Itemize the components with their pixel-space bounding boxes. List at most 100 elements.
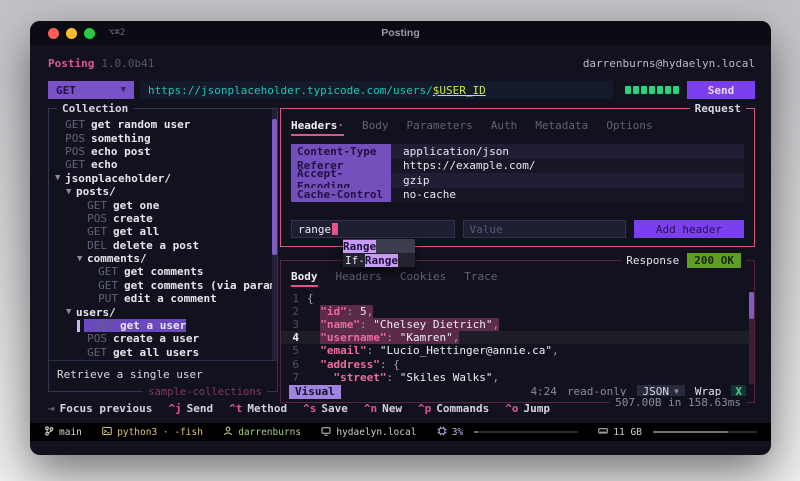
add-header-button[interactable]: Add header <box>634 220 744 238</box>
header-value-input[interactable] <box>463 220 627 238</box>
response-tab-body[interactable]: Body <box>291 270 318 287</box>
request-tab-metadata[interactable]: Metadata <box>535 119 588 136</box>
editor-scrollbar[interactable] <box>749 292 754 384</box>
keybinding-send[interactable]: ^jSend <box>168 402 213 415</box>
tree-request[interactable]: GETget all users <box>49 346 277 359</box>
request-tab-auth[interactable]: Auth <box>491 119 518 136</box>
tree-request[interactable]: GETget random user <box>49 118 277 131</box>
activity-block <box>633 86 639 94</box>
code-indent <box>307 371 334 384</box>
window-shortcut: ⌥⌘2 <box>109 28 125 38</box>
collection-panel: Collection GETget random userPOSsomethin… <box>48 108 278 392</box>
header-row[interactable]: Cache-Controlno-cache <box>291 188 744 203</box>
code-token: { <box>393 358 400 371</box>
request-tab-options[interactable]: Options <box>606 119 652 136</box>
tree-row-content: GETget all <box>77 225 159 238</box>
request-tab-body[interactable]: Body <box>362 119 389 136</box>
tree-request[interactable]: PUTupdate a user <box>49 359 277 360</box>
request-method: PUT <box>88 292 118 305</box>
folder-expanded-icon: ▼ <box>66 307 76 317</box>
response-tab-trace[interactable]: Trace <box>464 270 497 287</box>
tree-row-content: GETget random user <box>55 118 190 131</box>
method-select[interactable]: GET ▼ <box>48 81 134 99</box>
tree-request[interactable]: GETecho <box>49 158 277 171</box>
modified-dot: · <box>337 119 344 132</box>
tree-folder[interactable]: ▼users/ <box>49 305 277 318</box>
code-token: : <box>367 344 380 357</box>
tree-row-content: POSsomething <box>55 132 151 145</box>
autocomplete-match: Range <box>343 240 376 253</box>
collection-scrollbar-thumb[interactable] <box>272 119 277 255</box>
header-name-input[interactable]: range <box>291 220 455 238</box>
editor-mode-badge: Visual <box>289 385 341 399</box>
activity-block <box>641 86 647 94</box>
zoom-window-button[interactable] <box>84 28 95 39</box>
keybinding-method[interactable]: ^tMethod <box>229 402 287 415</box>
activity-block <box>665 86 671 94</box>
response-tab-cookies[interactable]: Cookies <box>400 270 446 287</box>
editor-scrollbar-thumb[interactable] <box>749 292 754 319</box>
request-tab-parameters[interactable]: Parameters <box>406 119 472 136</box>
folder-name: comments/ <box>87 252 147 265</box>
header-row[interactable]: Accept-Encodinggzip <box>291 173 744 188</box>
keybinding-label: Commands <box>436 402 489 415</box>
response-panel: Response 200 OK BodyHeadersCookiesTrace … <box>280 260 755 403</box>
line-number: 7 <box>281 371 307 384</box>
keybinding-save[interactable]: ^sSave <box>303 402 348 415</box>
send-button[interactable]: Send <box>687 81 755 99</box>
code-token: , <box>492 371 499 384</box>
autocomplete-item[interactable]: If-Range <box>343 253 415 267</box>
collection-scrollbar[interactable] <box>272 109 277 360</box>
response-tab-headers[interactable]: Headers <box>336 270 382 287</box>
tree-row-content: PUTedit a comment <box>88 292 217 305</box>
keybinding-key: ^o <box>505 402 518 415</box>
tree-request[interactable]: POScreate a user <box>49 332 277 345</box>
tree-request[interactable]: DELdelete a post <box>49 239 277 252</box>
tree-request[interactable]: GETget all <box>49 225 277 238</box>
autocomplete-match: Range <box>365 254 398 267</box>
code-token: 5 <box>360 305 367 318</box>
tree-folder[interactable]: ▼jsonplaceholder/ <box>49 172 277 185</box>
url-input[interactable]: https://jsonplaceholder.typicode.com/use… <box>140 81 613 99</box>
url-bar: GET ▼ https://jsonplaceholder.typicode.c… <box>48 81 755 99</box>
sysbar-segment-darrenburns: darrenburns <box>223 426 301 439</box>
tree-request[interactable]: GETget a user <box>49 319 277 332</box>
tree-request[interactable]: PUTedit a comment <box>49 292 277 305</box>
window-title: Posting <box>30 27 771 39</box>
request-method: GET <box>77 199 107 212</box>
tree-request[interactable]: GETget comments <box>49 265 277 278</box>
git-branch-icon <box>44 426 54 439</box>
response-body-editor[interactable]: 1{2 "id": 5,3 "name": "Chelsey Dietrich"… <box>281 292 754 384</box>
code-token: "Lucio_Hettinger@annie.ca" <box>380 344 552 357</box>
code-token: "address" <box>320 358 380 371</box>
header-key: Accept-Encoding <box>291 173 391 188</box>
sysbar-segment-text: python3 · -fish <box>117 427 203 438</box>
keybinding-jump[interactable]: ^oJump <box>505 402 550 415</box>
keybinding-new[interactable]: ^nNew <box>364 402 402 415</box>
code-line: 7 "street": "Skiles Walks", <box>281 371 754 384</box>
terminal-icon <box>102 426 112 439</box>
autocomplete-item[interactable]: Range <box>343 239 415 253</box>
tree-request[interactable]: POSecho post <box>49 145 277 158</box>
tree-request[interactable]: POScreate <box>49 212 277 225</box>
minimize-window-button[interactable] <box>66 28 77 39</box>
tree-folder[interactable]: ▼posts/ <box>49 185 277 198</box>
tree-request[interactable]: POSsomething <box>49 131 277 144</box>
tree-folder[interactable]: ▼comments/ <box>49 252 277 265</box>
url-variable: $USER_ID <box>433 84 486 97</box>
sysbar-segment-text: main <box>59 427 82 438</box>
tree-row-content: POScreate a user <box>77 332 199 345</box>
tree-request[interactable]: GETget one <box>49 198 277 211</box>
code-token: "street" <box>334 371 387 384</box>
keybinding-commands[interactable]: ^pCommands <box>418 402 489 415</box>
tree-row-content: GETget comments <box>88 265 203 278</box>
keybinding-key: ^t <box>229 402 242 415</box>
code-token: { <box>307 292 314 305</box>
request-name: echo <box>91 158 118 171</box>
request-tab-headers[interactable]: Headers· <box>291 119 344 136</box>
keybinding-focus-previous[interactable]: ⇥Focus previous <box>48 402 152 415</box>
close-window-button[interactable] <box>48 28 59 39</box>
keybinding-key: ^s <box>303 402 316 415</box>
header-row[interactable]: Content-Typeapplication/json <box>291 144 744 159</box>
tree-request[interactable]: GETget comments (via param) <box>49 279 277 292</box>
